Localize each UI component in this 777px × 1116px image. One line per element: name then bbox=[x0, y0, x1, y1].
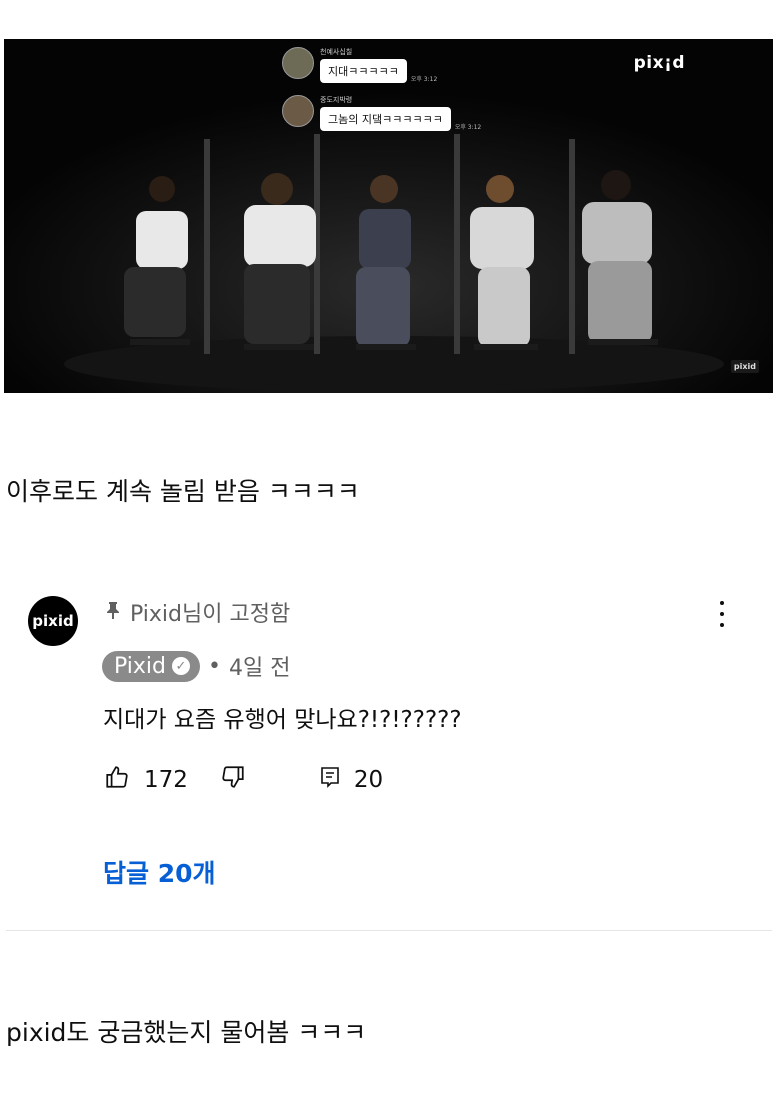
chat-name: 천예사십칠 bbox=[320, 48, 353, 56]
chat-time: 오후 3:12 bbox=[410, 76, 438, 83]
chat-time: 오후 3:12 bbox=[454, 124, 482, 131]
comment-meta: Pixid ✓ • 4일 전 bbox=[102, 650, 290, 682]
video-thumbnail[interactable]: 천예사십칠 지대ㅋㅋㅋㅋㅋ 오후 3:12 중도지박령 그놈의 지댘ㅋㅋㅋㅋㅋㅋ… bbox=[4, 39, 773, 393]
chat-bubble: 그놈의 지댘ㅋㅋㅋㅋㅋㅋ bbox=[320, 107, 451, 131]
like-count: 172 bbox=[144, 767, 188, 793]
comment-age: 4일 전 bbox=[228, 656, 291, 681]
divider bbox=[6, 930, 772, 931]
pinned-label: Pixid님이 고정함 bbox=[130, 602, 291, 627]
caption-text-2: pixid도 궁금했는지 물어봄 ㅋㅋㅋ bbox=[6, 1018, 367, 1047]
pinned-indicator: Pixid님이 고정함 bbox=[106, 596, 290, 628]
pin-icon bbox=[106, 601, 120, 623]
chat-message-2: 중도지박령 그놈의 지댘ㅋㅋㅋㅋㅋㅋ 오후 3:12 bbox=[282, 95, 481, 131]
separator-dot: • bbox=[208, 653, 221, 679]
more-vert-icon[interactable] bbox=[712, 598, 732, 630]
thumbs-down-icon[interactable] bbox=[220, 764, 246, 796]
chat-name: 중도지박령 bbox=[320, 96, 353, 104]
chat-bubble: 지대ㅋㅋㅋㅋㅋ bbox=[320, 59, 407, 83]
watermark-logo: pixid bbox=[730, 360, 759, 373]
comment-text: 지대가 요즘 유행어 맞나요?!?!????? bbox=[103, 707, 462, 733]
avatar-label: pixid bbox=[32, 612, 74, 630]
reply-icon[interactable] bbox=[318, 765, 342, 795]
chat-message-1: 천예사십칠 지대ㅋㅋㅋㅋㅋ 오후 3:12 bbox=[282, 47, 437, 83]
author-chip[interactable]: Pixid ✓ bbox=[102, 650, 200, 682]
thumbs-up-icon[interactable] bbox=[104, 764, 130, 796]
reply-count: 20 bbox=[353, 767, 384, 793]
channel-avatar[interactable]: pixid bbox=[28, 596, 78, 646]
verified-check-icon: ✓ bbox=[172, 657, 190, 675]
comment-actions: 172 20 bbox=[104, 764, 383, 796]
brand-logo: pix¡d bbox=[633, 53, 685, 73]
view-replies-link[interactable]: 답글 20개 bbox=[103, 854, 216, 890]
video-scene bbox=[4, 39, 773, 393]
chat-avatar-icon bbox=[282, 47, 314, 79]
author-name: Pixid bbox=[114, 653, 166, 679]
chat-avatar-icon bbox=[282, 95, 314, 127]
caption-text: 이후로도 계속 놀림 받음 ㅋㅋㅋㅋ bbox=[6, 477, 360, 506]
